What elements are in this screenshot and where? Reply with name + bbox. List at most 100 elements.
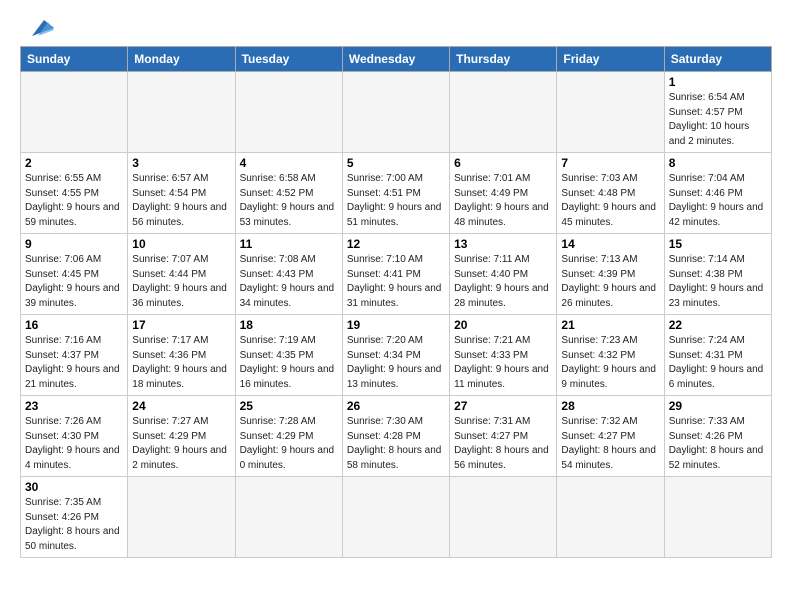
day-number: 10 [132,237,230,251]
day-number: 5 [347,156,445,170]
calendar-week-3: 16 Sunrise: 7:16 AMSunset: 4:37 PMDayligh… [21,315,772,396]
day-info: Sunrise: 7:04 AMSunset: 4:46 PMDaylight:… [669,172,767,230]
col-header-wednesday: Wednesday [342,47,449,72]
day-number: 24 [132,399,230,413]
day-info: Sunrise: 7:31 AMSunset: 4:27 PMDaylight:… [454,415,552,473]
calendar-cell: 29Sunrise: 7:33 AMSunset: 4:26 PMDayligh… [664,396,771,477]
day-info: Sunrise: 7:30 AMSunset: 4:28 PMDaylight:… [347,415,445,473]
day-info: Sunrise: 7:27 AMSunset: 4:29 PMDaylight:… [132,415,230,473]
day-number: 3 [132,156,230,170]
day-info: Sunrise: 7:01 AMSunset: 4:49 PMDaylight:… [454,172,552,230]
calendar-header-row: SundayMondayTuesdayWednesdayThursdayFrid… [21,47,772,72]
day-info: Sunrise: 7:19 AMSunset: 4:35 PMDaylight:… [240,334,338,392]
day-number: 19 [347,318,445,332]
calendar-week-0: 1 Sunrise: 6:54 AMSunset: 4:57 PMDaylight… [21,72,772,153]
day-info: Sunrise: 7:06 AMSunset: 4:45 PMDaylight:… [25,253,123,311]
col-header-sunday: Sunday [21,47,128,72]
calendar-cell: 11 Sunrise: 7:08 AMSunset: 4:43 PMDayligh… [235,234,342,315]
day-number: 22 [669,318,767,332]
day-number: 28 [561,399,659,413]
day-info: Sunrise: 7:28 AMSunset: 4:29 PMDaylight:… [240,415,338,473]
calendar-cell [664,477,771,558]
day-number: 20 [454,318,552,332]
day-number: 21 [561,318,659,332]
calendar-cell [128,72,235,153]
calendar-cell: 4Sunrise: 6:58 AMSunset: 4:52 PMDaylight… [235,153,342,234]
calendar-cell [235,477,342,558]
day-info: Sunrise: 7:17 AMSunset: 4:36 PMDaylight:… [132,334,230,392]
day-info: Sunrise: 7:16 AMSunset: 4:37 PMDaylight:… [25,334,123,392]
day-info: Sunrise: 7:11 AMSunset: 4:40 PMDaylight:… [454,253,552,311]
day-info: Sunrise: 6:54 AMSunset: 4:57 PMDaylight:… [669,91,767,149]
day-number: 9 [25,237,123,251]
col-header-saturday: Saturday [664,47,771,72]
calendar-cell: 6 Sunrise: 7:01 AMSunset: 4:49 PMDaylight… [450,153,557,234]
day-number: 14 [561,237,659,251]
calendar-cell [450,477,557,558]
day-number: 27 [454,399,552,413]
calendar-cell: 23 Sunrise: 7:26 AMSunset: 4:30 PMDayligh… [21,396,128,477]
calendar-cell [342,477,449,558]
calendar-cell: 21 Sunrise: 7:23 AMSunset: 4:32 PMDayligh… [557,315,664,396]
calendar-cell: 9 Sunrise: 7:06 AMSunset: 4:45 PMDaylight… [21,234,128,315]
calendar-cell: 27 Sunrise: 7:31 AMSunset: 4:27 PMDayligh… [450,396,557,477]
day-info: Sunrise: 6:55 AMSunset: 4:55 PMDaylight:… [25,172,123,230]
calendar-cell [450,72,557,153]
day-number: 30 [25,480,123,494]
day-number: 15 [669,237,767,251]
calendar-week-4: 23 Sunrise: 7:26 AMSunset: 4:30 PMDayligh… [21,396,772,477]
day-info: Sunrise: 7:13 AMSunset: 4:39 PMDaylight:… [561,253,659,311]
col-header-thursday: Thursday [450,47,557,72]
day-number: 11 [240,237,338,251]
day-info: Sunrise: 7:24 AMSunset: 4:31 PMDaylight:… [669,334,767,392]
col-header-friday: Friday [557,47,664,72]
day-number: 16 [25,318,123,332]
day-info: Sunrise: 7:10 AMSunset: 4:41 PMDaylight:… [347,253,445,311]
calendar-cell: 20Sunrise: 7:21 AMSunset: 4:33 PMDayligh… [450,315,557,396]
calendar-table: SundayMondayTuesdayWednesdayThursdayFrid… [20,46,772,558]
day-number: 12 [347,237,445,251]
calendar-cell: 17 Sunrise: 7:17 AMSunset: 4:36 PMDayligh… [128,315,235,396]
calendar-cell: 18Sunrise: 7:19 AMSunset: 4:35 PMDayligh… [235,315,342,396]
calendar-cell: 14 Sunrise: 7:13 AMSunset: 4:39 PMDayligh… [557,234,664,315]
col-header-monday: Monday [128,47,235,72]
logo [20,16,54,38]
calendar-cell [128,477,235,558]
day-info: Sunrise: 7:26 AMSunset: 4:30 PMDaylight:… [25,415,123,473]
day-info: Sunrise: 7:08 AMSunset: 4:43 PMDaylight:… [240,253,338,311]
calendar-cell: 3Sunrise: 6:57 AMSunset: 4:54 PMDaylight… [128,153,235,234]
day-info: Sunrise: 7:07 AMSunset: 4:44 PMDaylight:… [132,253,230,311]
day-number: 8 [669,156,767,170]
day-info: Sunrise: 7:33 AMSunset: 4:26 PMDaylight:… [669,415,767,473]
header [20,16,772,38]
day-number: 7 [561,156,659,170]
calendar-cell: 28 Sunrise: 7:32 AMSunset: 4:27 PMDayligh… [557,396,664,477]
calendar-cell [21,72,128,153]
calendar-cell: 7Sunrise: 7:03 AMSunset: 4:48 PMDaylight… [557,153,664,234]
day-info: Sunrise: 7:20 AMSunset: 4:34 PMDaylight:… [347,334,445,392]
calendar-cell [557,72,664,153]
calendar-week-2: 9 Sunrise: 7:06 AMSunset: 4:45 PMDaylight… [21,234,772,315]
calendar-cell: 22 Sunrise: 7:24 AMSunset: 4:31 PMDayligh… [664,315,771,396]
calendar-cell: 2 Sunrise: 6:55 AMSunset: 4:55 PMDaylight… [21,153,128,234]
calendar-cell: 15Sunrise: 7:14 AMSunset: 4:38 PMDayligh… [664,234,771,315]
calendar-cell: 1 Sunrise: 6:54 AMSunset: 4:57 PMDaylight… [664,72,771,153]
calendar-cell [557,477,664,558]
day-number: 17 [132,318,230,332]
calendar-cell: 8 Sunrise: 7:04 AMSunset: 4:46 PMDaylight… [664,153,771,234]
calendar-cell: 26Sunrise: 7:30 AMSunset: 4:28 PMDayligh… [342,396,449,477]
day-number: 6 [454,156,552,170]
day-number: 1 [669,75,767,89]
day-info: Sunrise: 7:32 AMSunset: 4:27 PMDaylight:… [561,415,659,473]
calendar-week-1: 2 Sunrise: 6:55 AMSunset: 4:55 PMDaylight… [21,153,772,234]
calendar-cell [342,72,449,153]
day-info: Sunrise: 7:23 AMSunset: 4:32 PMDaylight:… [561,334,659,392]
calendar-cell: 24 Sunrise: 7:27 AMSunset: 4:29 PMDayligh… [128,396,235,477]
calendar-cell: 10 Sunrise: 7:07 AMSunset: 4:44 PMDayligh… [128,234,235,315]
day-number: 2 [25,156,123,170]
day-number: 25 [240,399,338,413]
calendar-week-5: 30Sunrise: 7:35 AMSunset: 4:26 PMDayligh… [21,477,772,558]
calendar-cell: 30Sunrise: 7:35 AMSunset: 4:26 PMDayligh… [21,477,128,558]
day-number: 23 [25,399,123,413]
calendar-cell: 13Sunrise: 7:11 AMSunset: 4:40 PMDayligh… [450,234,557,315]
